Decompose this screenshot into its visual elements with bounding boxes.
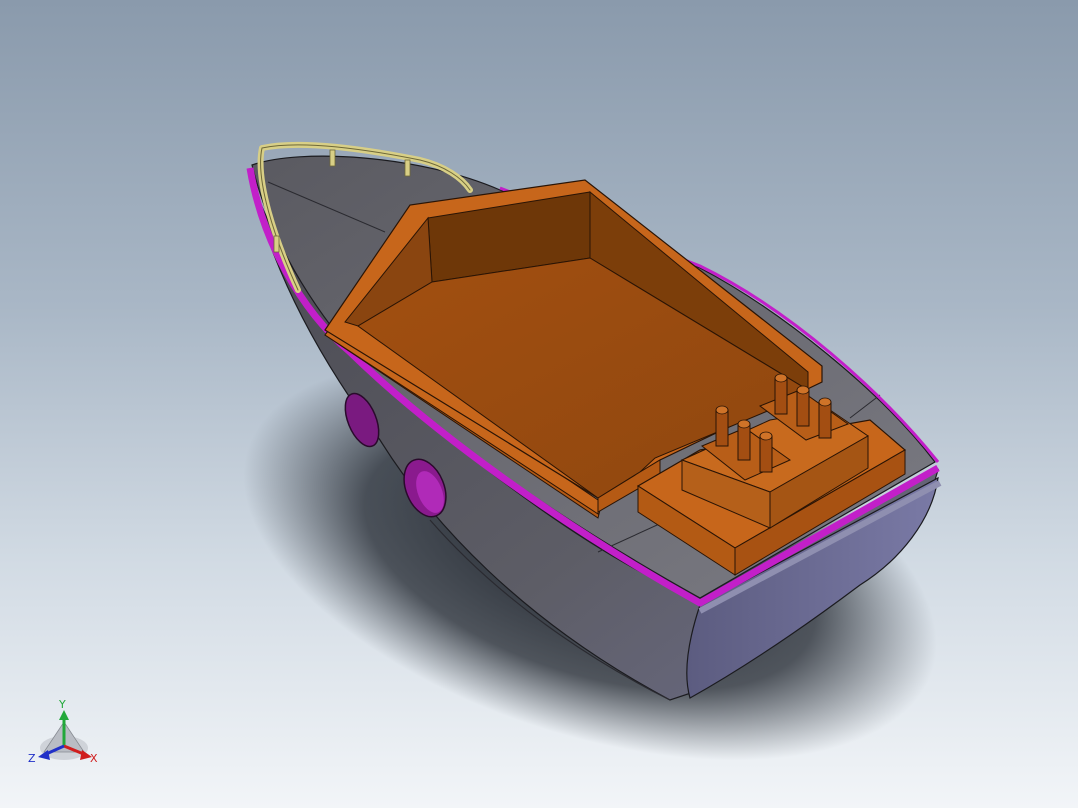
rail-stanchion-1 [329, 149, 336, 167]
model-scene[interactable]: Y X Z [0, 0, 1078, 808]
graphics-viewport[interactable]: Y X Z [0, 0, 1078, 808]
x-axis-label: X [90, 752, 98, 765]
pin-2[interactable] [737, 419, 751, 461]
rail-stanchion-2 [404, 159, 411, 177]
pin-1[interactable] [715, 405, 729, 447]
pin-3[interactable] [759, 431, 773, 473]
y-axis-label: Y [58, 698, 66, 711]
orientation-triad[interactable]: Y X Z [28, 698, 98, 765]
pin-6[interactable] [818, 397, 832, 439]
z-axis-label: Z [28, 752, 36, 765]
pin-4[interactable] [774, 373, 788, 415]
rail-stanchion-3 [273, 235, 280, 253]
y-axis-arrow [59, 710, 69, 720]
pin-5[interactable] [796, 385, 810, 427]
